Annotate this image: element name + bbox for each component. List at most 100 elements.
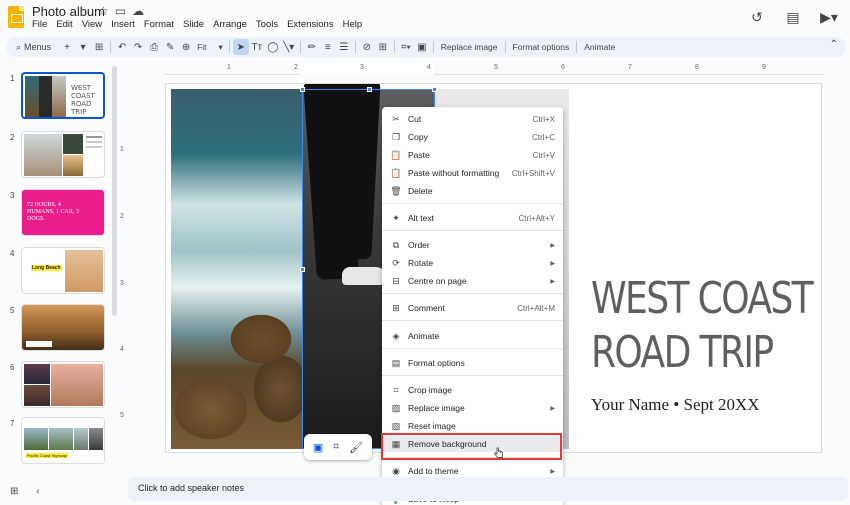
meet-video-icon[interactable]: ▶▾ bbox=[818, 6, 840, 28]
format-options-button[interactable]: Format options bbox=[509, 42, 574, 52]
ruler-number: 8 bbox=[695, 64, 699, 71]
slides-logo-icon[interactable] bbox=[8, 6, 24, 28]
menu-item-order[interactable]: ⧉ Order ▶ bbox=[382, 237, 563, 253]
vertical-ruler[interactable]: 1 2 3 4 5 bbox=[117, 86, 129, 456]
menu-help[interactable]: Help bbox=[343, 19, 363, 30]
speaker-notes[interactable]: Click to add speaker notes bbox=[128, 477, 848, 501]
paint-format-icon[interactable]: 🖌 bbox=[349, 441, 363, 454]
slide-thumbnail-row[interactable]: 3 72 HOURS, 4 HUMANS, 1 CAR, 3 DOGS. bbox=[0, 189, 118, 239]
menus-search[interactable]: ⌕ Menus bbox=[12, 39, 55, 55]
paint-format-icon[interactable]: ✎ bbox=[162, 39, 178, 55]
menu-item-crop-image[interactable]: ⌗ Crop image bbox=[382, 382, 563, 398]
slide-subtitle[interactable]: Your Name • Sept 20XX bbox=[591, 395, 760, 415]
border-weight-icon[interactable]: ≡ bbox=[320, 39, 336, 55]
menu-format[interactable]: Format bbox=[144, 19, 174, 30]
menu-item-copy[interactable]: ❐ Copy Ctrl+C bbox=[382, 129, 563, 145]
slide-thumbnail[interactable]: Long Beach bbox=[21, 247, 105, 294]
ruler-number: 5 bbox=[120, 412, 124, 419]
menu-view[interactable]: View bbox=[82, 19, 102, 30]
print-icon[interactable]: ⎙ bbox=[146, 39, 162, 55]
slide-number: 7 bbox=[10, 419, 15, 428]
star-icon[interactable]: ☆ bbox=[98, 4, 109, 18]
image-options-icon[interactable]: ▣ bbox=[313, 441, 323, 454]
shape-icon[interactable]: ◯ bbox=[265, 39, 281, 55]
menu-insert[interactable]: Insert bbox=[111, 19, 135, 30]
menu-file[interactable]: File bbox=[32, 19, 47, 30]
horizontal-ruler[interactable]: 1 2 3 4 5 6 7 8 9 bbox=[164, 63, 824, 75]
new-slide-button[interactable]: + bbox=[59, 39, 75, 55]
history-icon[interactable]: ↺ bbox=[746, 6, 768, 28]
animate-button[interactable]: Animate bbox=[580, 42, 619, 52]
line-icon[interactable]: ╲▾ bbox=[281, 39, 297, 55]
crop-icon[interactable]: ⌗ bbox=[333, 441, 339, 454]
menu-slide[interactable]: Slide bbox=[183, 19, 204, 30]
new-slide-layout-icon[interactable]: ⊞ bbox=[91, 39, 107, 55]
menu-item-delete[interactable]: 🗑 Delete bbox=[382, 183, 563, 199]
menu-item-format-options[interactable]: ▤ Format options bbox=[382, 355, 563, 371]
coast-rocks-photo[interactable] bbox=[171, 89, 302, 449]
resize-handle[interactable] bbox=[432, 87, 437, 92]
select-pointer-icon[interactable]: ➤ bbox=[232, 39, 249, 55]
toolbar-divider bbox=[354, 41, 356, 53]
menu-item-rotate[interactable]: ⟳ Rotate ▶ bbox=[382, 255, 563, 271]
redo-icon[interactable]: ↷ bbox=[130, 39, 146, 55]
slide-thumbnail[interactable]: Pacific Coast Highway bbox=[21, 417, 105, 464]
menu-item-animate[interactable]: ◈ Animate bbox=[382, 328, 563, 344]
link-icon[interactable]: ⊘ bbox=[359, 39, 375, 55]
slide-number: 2 bbox=[10, 133, 15, 142]
slide-thumbnail[interactable]: 72 HOURS, 4 HUMANS, 1 CAR, 3 DOGS. bbox=[21, 189, 105, 236]
shortcut-label: Ctrl+C bbox=[532, 132, 555, 142]
replace-image-button[interactable]: Replace image bbox=[437, 42, 502, 52]
slide-thumbnail-row[interactable]: 6 bbox=[0, 361, 118, 411]
ruler-number: 1 bbox=[120, 146, 124, 153]
slide-thumbnail[interactable]: WEST COAST ROAD TRIP bbox=[21, 72, 105, 119]
mask-image-icon[interactable]: ▣ bbox=[414, 39, 430, 55]
menu-edit[interactable]: Edit bbox=[56, 19, 72, 30]
menu-item-paste-without-formatting[interactable]: 📋 Paste without formatting Ctrl+Shift+V bbox=[382, 165, 563, 181]
slide-thumbnail-row[interactable]: 4 Long Beach bbox=[0, 247, 118, 297]
menu-divider bbox=[382, 203, 563, 204]
border-dash-icon[interactable]: ☰ bbox=[336, 39, 352, 55]
menu-item-replace-image[interactable]: ▨ Replace image ▶ bbox=[382, 400, 563, 416]
slide-thumbnail-row[interactable]: 7 Pacific Coast Highway bbox=[0, 417, 118, 467]
zoom-icon[interactable]: ⊕ bbox=[178, 39, 194, 55]
resize-handle[interactable] bbox=[300, 267, 305, 272]
resize-handle[interactable] bbox=[367, 87, 372, 92]
menu-item-paste[interactable]: 📋 Paste Ctrl+V bbox=[382, 147, 563, 163]
menu-item-reset-image[interactable]: ▧ Reset image bbox=[382, 418, 563, 434]
slide-thumbnail[interactable] bbox=[21, 131, 105, 178]
menu-arrange[interactable]: Arrange bbox=[213, 19, 247, 30]
text-box-icon[interactable]: Tт bbox=[249, 39, 265, 55]
menu-item-centre-on-page[interactable]: ⊟ Centre on page ▶ bbox=[382, 273, 563, 289]
cloud-icon[interactable]: ☁ bbox=[132, 4, 144, 18]
menu-item-cut[interactable]: ✂ Cut Ctrl+X bbox=[382, 111, 563, 127]
menu-extensions[interactable]: Extensions bbox=[287, 19, 333, 30]
menu-tools[interactable]: Tools bbox=[256, 19, 278, 30]
slide-thumbnail-row[interactable]: 1 WEST COAST ROAD TRIP bbox=[0, 72, 118, 122]
submenu-arrow-icon: ▶ bbox=[550, 468, 555, 475]
slide-title[interactable]: WEST COAST ROAD TRIP bbox=[591, 272, 814, 380]
slide-thumbnail-row[interactable]: 2 bbox=[0, 131, 118, 181]
add-comment-icon[interactable]: ⊞ bbox=[375, 39, 391, 55]
toolbar-divider bbox=[228, 41, 230, 53]
crop-icon[interactable]: ⌗▾ bbox=[398, 39, 414, 55]
comments-icon[interactable]: ▤ bbox=[782, 6, 804, 28]
folder-icon[interactable]: ▭ bbox=[115, 4, 126, 18]
zoom-select[interactable]: Fit ▾ bbox=[194, 42, 226, 53]
slide-thumbnail-row[interactable]: 5 bbox=[0, 304, 118, 354]
document-title[interactable]: Photo album bbox=[32, 4, 105, 19]
menu-item-label: Delete bbox=[408, 186, 433, 196]
border-color-icon[interactable]: ✏ bbox=[304, 39, 320, 55]
main-toolbar: ⌕ Menus + ▾ ⊞ ↶ ↷ ⎙ ✎ ⊕ Fit ▾ ➤ Tт ◯ ╲▾ ✏… bbox=[6, 37, 846, 57]
collapse-toolbar-icon[interactable]: ⌃ bbox=[830, 39, 838, 50]
menu-item-comment[interactable]: ⊞ Comment Ctrl+Alt+M bbox=[382, 300, 563, 316]
slide-thumbnail[interactable] bbox=[21, 361, 105, 408]
slide-thumbnail[interactable] bbox=[21, 304, 105, 351]
undo-icon[interactable]: ↶ bbox=[114, 39, 130, 55]
menu-item-alt-text[interactable]: ✦ Alt text Ctrl+Alt+Y bbox=[382, 210, 563, 226]
grid-view-icon[interactable]: ⊞ bbox=[10, 486, 18, 497]
menu-item-label: Alt text bbox=[408, 213, 434, 223]
resize-handle[interactable] bbox=[300, 87, 305, 92]
collapse-panel-icon[interactable]: ‹ bbox=[36, 486, 39, 497]
new-slide-dropdown-icon[interactable]: ▾ bbox=[75, 39, 91, 55]
